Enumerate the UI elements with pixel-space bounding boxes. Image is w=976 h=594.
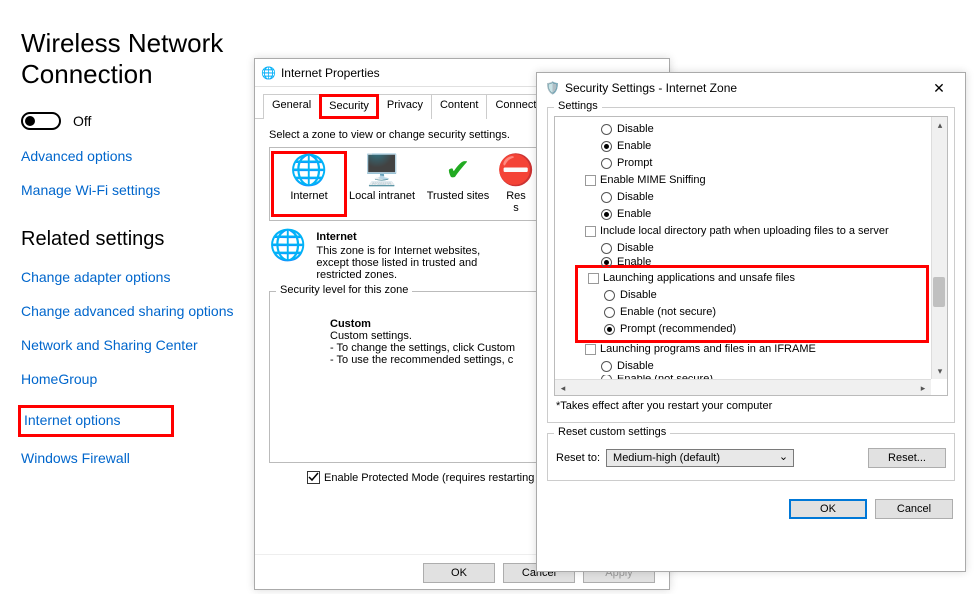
ss-dialog-footer: OK Cancel — [537, 491, 965, 519]
zone-intranet-label: Local intranet — [344, 190, 420, 202]
ss-settings-group: Settings Disable Enable Prompt Enable MI… — [547, 107, 955, 423]
zone-internet[interactable]: 🌐 Internet — [271, 151, 347, 217]
ss-settings-group-title: Settings — [554, 100, 602, 112]
reset-custom-settings-group: Reset custom settings Reset to: Medium-h… — [547, 433, 955, 481]
globe-icon: 🌐 — [274, 154, 344, 190]
ss-titlebar[interactable]: 🛡️ Security Settings - Internet Zone ✕ — [537, 73, 965, 103]
radio-mime-disable[interactable]: Disable — [575, 189, 929, 206]
zone-trusted-label: Trusted sites — [420, 190, 496, 202]
radio-launch-prompt[interactable]: Prompt (recommended) — [578, 321, 926, 338]
link-manage-wifi[interactable]: Manage Wi-Fi settings — [21, 182, 251, 198]
radio-iframe-disable[interactable]: Disable — [575, 358, 929, 375]
tab-security[interactable]: Security — [319, 94, 379, 119]
scroll-right-icon[interactable]: ▸ — [915, 380, 931, 396]
link-change-adapter[interactable]: Change adapter options — [21, 269, 251, 285]
no-entry-icon: ⛔ — [496, 154, 536, 190]
link-internet-options[interactable]: Internet options — [18, 405, 174, 437]
shield-icon: 🛡️ — [545, 81, 560, 95]
zone-restricted-prefix: Res — [496, 190, 536, 202]
security-level-group-title: Security level for this zone — [276, 284, 412, 296]
reset-button[interactable]: Reset... — [868, 448, 946, 468]
scroll-up-icon[interactable]: ▴ — [932, 117, 948, 133]
tree-launching-iframe: Launching programs and files in an IFRAM… — [575, 341, 929, 358]
tree-mime-sniffing: Enable MIME Sniffing — [575, 172, 929, 189]
link-homegroup[interactable]: HomeGroup — [21, 371, 251, 387]
tab-content[interactable]: Content — [431, 94, 488, 119]
radio-launch-disable[interactable]: Disable — [578, 287, 926, 304]
tree-launching-apps: Launching applications and unsafe files — [578, 270, 926, 287]
ip-ok-button[interactable]: OK — [423, 563, 495, 583]
wifi-toggle[interactable] — [21, 112, 61, 130]
ss-ok-button[interactable]: OK — [789, 499, 867, 519]
wifi-toggle-label: Off — [73, 113, 91, 129]
radio-enable[interactable]: Enable — [575, 138, 929, 155]
zone-local-intranet[interactable]: 🖥️ Local intranet — [344, 154, 420, 214]
tree-include-local-path: Include local directory path when upload… — [575, 223, 929, 240]
close-icon[interactable]: ✕ — [921, 80, 957, 97]
radio-mime-enable[interactable]: Enable — [575, 206, 929, 223]
scroll-down-icon[interactable]: ▾ — [932, 363, 948, 379]
radio-disable[interactable]: Disable — [575, 121, 929, 138]
reset-to-label: Reset to: — [556, 452, 600, 464]
horizontal-scrollbar[interactable]: ◂ ▸ — [555, 379, 931, 395]
checkmark-icon: ✔ — [420, 154, 496, 190]
link-network-sharing-center[interactable]: Network and Sharing Center — [21, 337, 251, 353]
reset-to-select[interactable]: Medium-high (default) — [606, 449, 794, 467]
launching-apps-highlight-box: Launching applications and unsafe files … — [575, 265, 929, 343]
reset-group-title: Reset custom settings — [554, 426, 670, 438]
zone-internet-label: Internet — [274, 190, 344, 202]
tab-general[interactable]: General — [263, 94, 320, 119]
protected-mode-label: Enable Protected Mode (requires restarti… — [324, 472, 540, 484]
wifi-toggle-row: Off — [21, 112, 251, 130]
radio-prompt[interactable]: Prompt — [575, 155, 929, 172]
restart-note: *Takes effect after you restart your com… — [554, 396, 948, 416]
zone-restricted-sites[interactable]: ⛔ Res s — [496, 154, 536, 214]
monitor-icon: 🖥️ — [344, 154, 420, 190]
related-settings-title: Related settings — [21, 228, 251, 251]
security-settings-dialog: 🛡️ Security Settings - Internet Zone ✕ S… — [536, 72, 966, 572]
zone-trusted-sites[interactable]: ✔ Trusted sites — [420, 154, 496, 214]
zone-restricted-suffix: s — [496, 202, 536, 214]
internet-options-icon: 🌐 — [261, 66, 276, 80]
ss-cancel-button[interactable]: Cancel — [875, 499, 953, 519]
link-change-sharing[interactable]: Change advanced sharing options — [21, 303, 251, 319]
scroll-left-icon[interactable]: ◂ — [555, 380, 571, 396]
radio-local-disable[interactable]: Disable — [575, 240, 929, 257]
vertical-scrollbar[interactable]: ▴ ▾ — [931, 117, 947, 379]
checkbox-checked-icon — [307, 471, 320, 484]
radio-launch-enable[interactable]: Enable (not secure) — [578, 304, 926, 321]
page-title: Wireless Network Connection — [21, 28, 251, 90]
wifi-settings-panel: Wireless Network Connection Off Advanced… — [21, 28, 251, 484]
globe-icon: 🌐 — [269, 231, 306, 281]
link-advanced-options[interactable]: Advanced options — [21, 148, 251, 164]
link-windows-firewall[interactable]: Windows Firewall — [21, 450, 251, 466]
settings-tree[interactable]: Disable Enable Prompt Enable MIME Sniffi… — [554, 116, 948, 396]
tab-privacy[interactable]: Privacy — [378, 94, 432, 119]
ss-dialog-title: Security Settings - Internet Zone — [565, 81, 921, 95]
scrollbar-thumb[interactable] — [933, 277, 945, 307]
